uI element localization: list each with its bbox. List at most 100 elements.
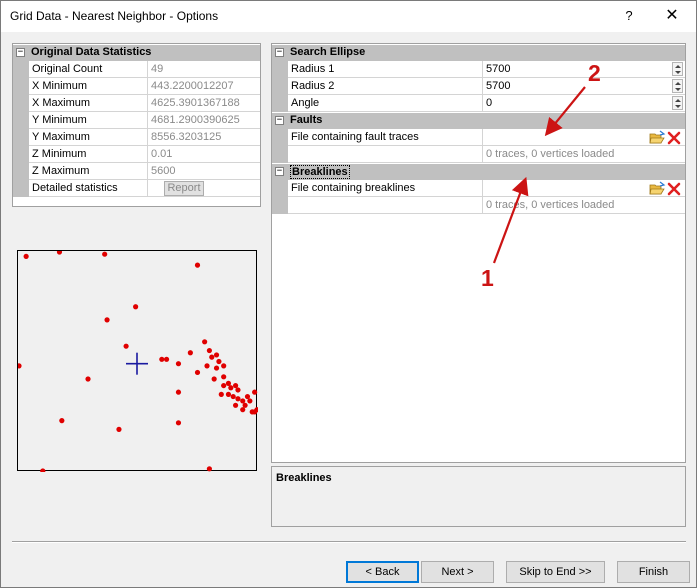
stats-header[interactable]: − Original Data Statistics [13,45,260,61]
radius1-label: Radius 1 [288,61,483,78]
angle-spinner[interactable] [672,96,683,110]
angle-field[interactable]: 0 [483,95,685,112]
data-point [230,393,236,400]
search-ellipse-header[interactable]: − Search Ellipse [272,45,685,61]
description-panel: Breaklines [271,466,686,527]
stats-row-label: Y Minimum [29,112,148,129]
stats-row-value: 443.2200012207 [148,78,260,95]
title-bar: Grid Data - Nearest Neighbor - Options ?… [1,1,696,32]
back-button[interactable]: < Back [346,561,419,583]
stats-row-value: Report [148,180,260,197]
window-title: Grid Data - Nearest Neighbor - Options [10,9,219,23]
data-point [221,382,227,389]
data-point [123,343,129,349]
stats-row-label: Original Count [29,61,148,78]
stats-row: Y Minimum 4681.2900390625 [13,112,260,129]
stats-row-label: X Minimum [29,78,148,95]
collapse-icon[interactable]: − [275,48,284,57]
radius2-row[interactable]: Radius 2 5700 [272,78,685,95]
fault-file-row[interactable]: File containing fault traces [272,129,685,146]
data-point [252,389,258,395]
annotation-label-1: 1 [481,265,494,291]
data-point [175,389,182,395]
radius1-spinner[interactable] [672,62,683,76]
data-point [235,396,241,402]
radius2-spinner[interactable] [672,79,683,93]
stats-row: Detailed statistics Report [13,180,260,197]
data-point [104,317,110,323]
stats-row-value: 4625.3901367188 [148,95,260,112]
data-point [116,426,122,432]
breakline-status: 0 traces, 0 vertices loaded [483,197,685,214]
delete-icon[interactable] [667,182,681,196]
stats-row-value: 5600 [148,163,260,180]
stats-row: Original Count 49 [13,61,260,78]
stats-grid: − Original Data Statistics Original Coun… [12,43,261,207]
fault-file-label: File containing fault traces [288,129,483,146]
help-button[interactable]: ? [617,5,641,27]
data-point [202,339,208,345]
data-point [221,374,227,380]
data-point [216,358,222,365]
skip-to-end-button[interactable]: Skip to End >> [506,561,605,583]
stats-row-value: 8556.3203125 [148,129,260,146]
data-point [240,407,246,413]
breakline-file-row[interactable]: File containing breaklines [272,180,685,197]
dialog-window: Grid Data - Nearest Neighbor - Options ?… [0,0,697,588]
angle-row[interactable]: Angle 0 [272,95,685,112]
stats-row-label: X Maximum [29,95,148,112]
data-point [194,262,201,268]
stats-row-label: Z Maximum [29,163,148,180]
footer-separator [12,541,686,543]
data-point [204,363,210,369]
stats-row: Z Maximum 5600 [13,163,260,180]
data-point [213,365,220,371]
data-point [218,391,224,397]
options-grid: − Search Ellipse Radius 1 5700 Radius 2 … [271,43,686,463]
breakline-status-row: 0 traces, 0 vertices loaded [272,197,685,214]
data-point [209,354,215,360]
data-point [213,352,220,358]
delete-icon[interactable] [667,131,681,145]
data-point [175,361,182,367]
radius1-row[interactable]: Radius 1 5700 [272,61,685,78]
data-point [232,382,239,389]
data-point [159,356,165,362]
data-point [23,253,29,259]
data-point [240,398,246,404]
data-point [221,363,227,369]
data-preview-plot [17,250,258,472]
description-title: Breaklines [276,472,332,484]
data-point [252,409,258,415]
data-point [244,393,251,400]
collapse-icon[interactable]: − [16,48,25,57]
data-point [59,418,65,424]
data-point [187,350,193,356]
stats-row: Y Maximum 8556.3203125 [13,129,260,146]
radius1-field[interactable]: 5700 [483,61,685,78]
collapse-icon[interactable]: − [275,116,284,125]
stats-row-label: Z Minimum [29,146,148,163]
data-point [102,251,108,257]
collapse-icon[interactable]: − [275,167,284,176]
annotation-label-2: 2 [588,60,601,86]
radius2-field[interactable]: 5700 [483,78,685,95]
open-folder-icon[interactable] [649,130,666,144]
radius2-label: Radius 2 [288,78,483,95]
report-button[interactable]: Report [164,181,204,196]
data-point [163,356,170,362]
next-button[interactable]: Next > [421,561,494,583]
data-point [235,387,241,393]
stats-row: Z Minimum 0.01 [13,146,260,163]
finish-button[interactable]: Finish [617,561,690,583]
close-button[interactable]: ✕ [657,5,687,27]
faults-header[interactable]: − Faults [272,113,685,129]
breaklines-header[interactable]: − Breaklines [272,164,685,180]
data-point [225,391,232,397]
open-folder-icon[interactable] [649,181,666,195]
data-point [211,376,217,382]
stats-row-value: 0.01 [148,146,260,163]
data-point [206,466,212,472]
data-point [232,402,239,408]
data-point [242,402,248,408]
